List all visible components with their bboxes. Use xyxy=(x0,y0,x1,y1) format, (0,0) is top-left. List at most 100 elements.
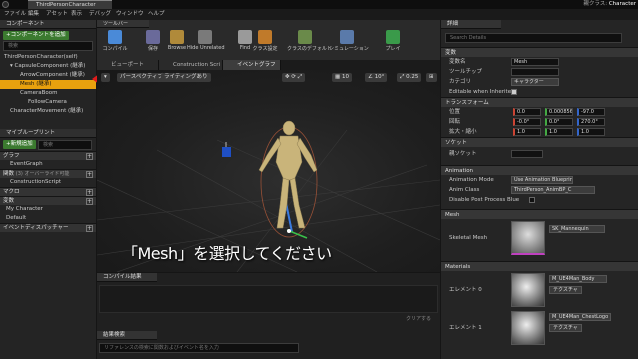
menu-debug[interactable]: デバッグ xyxy=(89,9,111,20)
grid-snap[interactable]: ▦ 10 xyxy=(332,73,352,82)
class-settings-button[interactable]: クラス設定 xyxy=(247,28,283,59)
components-search-input[interactable]: 検索 xyxy=(3,41,93,51)
element0-texture-button[interactable]: テクスチャ xyxy=(549,286,582,294)
menu-asset[interactable]: アセット xyxy=(46,9,68,20)
dispatchers-section[interactable]: イベントディスパッチャー + xyxy=(0,223,96,232)
rotation-z[interactable]: 270.0° xyxy=(577,118,605,126)
lighting-button[interactable]: ライティングあり xyxy=(161,73,211,82)
tree-item-followcamera[interactable]: FollowCamera xyxy=(0,98,96,107)
parent-class-value[interactable]: Character xyxy=(609,1,636,7)
unreal-logo-icon xyxy=(2,1,9,8)
section-animation[interactable]: Animation xyxy=(441,165,638,175)
tree-item-capsule[interactable]: ▾ CapsuleComponent (継承) xyxy=(0,62,96,71)
tab-event-graph[interactable]: イベントグラフ xyxy=(223,60,281,70)
scale-row: 拡大・縮小 1.0 1.0 1.0 xyxy=(441,127,638,137)
element1-thumbnail[interactable] xyxy=(511,311,545,345)
skeletal-mesh-thumbnail[interactable] xyxy=(511,221,545,255)
event-graph-item[interactable]: EventGraph xyxy=(0,160,96,169)
menu-file[interactable]: ファイル xyxy=(4,9,26,20)
camera-icon xyxy=(222,147,231,157)
construction-script-item[interactable]: ConstructionScript xyxy=(0,178,96,187)
editable-checkbox[interactable] xyxy=(511,89,517,95)
search-results-tab[interactable]: 結果検索 xyxy=(97,331,157,340)
rotation-label: 回転 xyxy=(449,119,461,125)
tree-item-self[interactable]: ThirdPersonCharacter(self) xyxy=(0,53,96,62)
play-button[interactable]: プレイ xyxy=(375,28,411,59)
document-tab[interactable]: ThirdPersonCharacter xyxy=(28,0,112,9)
toolbar-tab[interactable]: ツールバー xyxy=(97,20,149,28)
section-variables[interactable]: 変数 xyxy=(441,47,638,57)
graphs-section[interactable]: グラフ + xyxy=(0,151,96,160)
anim-mode-dropdown[interactable]: Use Animation Blueprint xyxy=(511,176,573,184)
menu-help[interactable]: ヘルプ xyxy=(148,9,165,20)
section-transform[interactable]: トランスフォーム xyxy=(441,97,638,107)
tab-construction-script[interactable]: Construction Scri xyxy=(159,60,223,70)
add-graph-icon[interactable]: + xyxy=(86,153,93,160)
add-macro-icon[interactable]: + xyxy=(86,189,93,196)
class-settings-icon xyxy=(258,30,272,44)
find-results-input[interactable]: リファレンスの検索に関数およびイベント名を入力 xyxy=(99,343,299,353)
rotation-x[interactable]: -0.0° xyxy=(513,118,541,126)
scale-snap[interactable]: ⤢ 0.25 xyxy=(397,73,422,82)
compile-button[interactable]: コンパイル xyxy=(97,28,133,59)
location-row: 位置 0.0 0.000856 -97.0 xyxy=(441,107,638,117)
add-function-icon[interactable]: + xyxy=(86,171,93,178)
hide-unrelated-button[interactable]: Hide Unrelated xyxy=(187,28,225,59)
section-sockets[interactable]: ソケット xyxy=(441,137,638,147)
camera-speed[interactable]: ⊞ xyxy=(426,73,437,82)
parent-socket-field[interactable] xyxy=(511,150,543,158)
anim-class-dropdown[interactable]: ThirdPerson_AnimBP_C xyxy=(511,186,595,194)
simulation-button[interactable]: シミュレーション xyxy=(329,28,369,59)
class-defaults-button[interactable]: クラスのデフォルト xyxy=(287,28,332,59)
section-materials[interactable]: Materials xyxy=(441,261,638,271)
my-blueprint-header[interactable]: マイブループリント xyxy=(0,129,96,138)
anim-class-label: Anim Class xyxy=(449,187,480,193)
element1-dropdown[interactable]: M_UE4Man_ChestLogo xyxy=(549,313,611,321)
tree-item-arrow[interactable]: ArrowComponent (継承) xyxy=(0,71,96,80)
element0-dropdown[interactable]: M_UE4Man_Body xyxy=(549,275,607,283)
scale-x[interactable]: 1.0 xyxy=(513,128,541,136)
angle-snap[interactable]: ∠ 10° xyxy=(365,73,388,82)
tree-item-cameraboom[interactable]: CameraBoom xyxy=(0,89,96,98)
location-x[interactable]: 0.0 xyxy=(513,108,541,116)
variables-section[interactable]: 変数 + xyxy=(0,196,96,205)
location-z[interactable]: -97.0 xyxy=(577,108,605,116)
tree-item-charactermovement[interactable]: CharacterMovement (継承) xyxy=(0,107,96,116)
tooltip-field[interactable] xyxy=(511,68,559,76)
section-mesh[interactable]: Mesh xyxy=(441,209,638,219)
components-panel-header[interactable]: コンポーネント xyxy=(0,20,96,29)
location-y[interactable]: 0.000856 xyxy=(545,108,573,116)
tab-viewport[interactable]: ビューポート xyxy=(97,60,159,70)
add-new-button[interactable]: +新規追加 xyxy=(3,140,36,149)
menu-edit[interactable]: 編集 xyxy=(28,9,39,20)
category-dropdown[interactable]: キャラクター xyxy=(511,78,559,86)
element1-texture-button[interactable]: テクスチャ xyxy=(549,324,582,332)
tooltip-row: ツールチップ xyxy=(441,67,638,77)
macros-section[interactable]: マクロ + xyxy=(0,187,96,196)
tree-item-mesh[interactable]: Mesh (継承) xyxy=(0,80,96,89)
my-character-category[interactable]: My Character xyxy=(0,205,96,214)
details-tab[interactable]: 詳細 xyxy=(441,20,501,29)
menu-window[interactable]: ウィンドウ xyxy=(116,9,144,20)
menu-view[interactable]: 表示 xyxy=(71,9,82,20)
my-blueprint-search-input[interactable]: 検索 xyxy=(38,140,92,150)
viewport-menu-button[interactable]: ▾ xyxy=(101,73,110,82)
element0-thumbnail[interactable] xyxy=(511,273,545,307)
disable-post-checkbox[interactable] xyxy=(529,197,535,203)
rotation-y[interactable]: 0.0° xyxy=(545,118,573,126)
override-count[interactable]: (3) オーバーライド可能 xyxy=(16,171,70,177)
functions-section[interactable]: 関数 (3) オーバーライド可能 + xyxy=(0,169,96,178)
variable-name-field[interactable]: Mesh xyxy=(511,58,559,66)
add-variable-icon[interactable]: + xyxy=(86,198,93,205)
compile-results-tab[interactable]: コンパイル結果 xyxy=(97,273,157,282)
scale-y[interactable]: 1.0 xyxy=(545,128,573,136)
perspective-button[interactable]: パースペクティブ xyxy=(117,73,167,82)
scale-z[interactable]: 1.0 xyxy=(577,128,605,136)
skeletal-mesh-dropdown[interactable]: SK_Mannequin xyxy=(549,225,605,233)
add-component-button[interactable]: +コンポーネントを追加 xyxy=(3,31,69,40)
default-category[interactable]: Default xyxy=(0,214,96,223)
details-search-input[interactable]: Search Details xyxy=(445,33,622,43)
transform-mode-buttons[interactable]: ✥ ⟳ ⤢ xyxy=(282,73,306,82)
clear-button[interactable]: クリアする xyxy=(403,316,434,324)
add-dispatcher-icon[interactable]: + xyxy=(86,225,93,232)
